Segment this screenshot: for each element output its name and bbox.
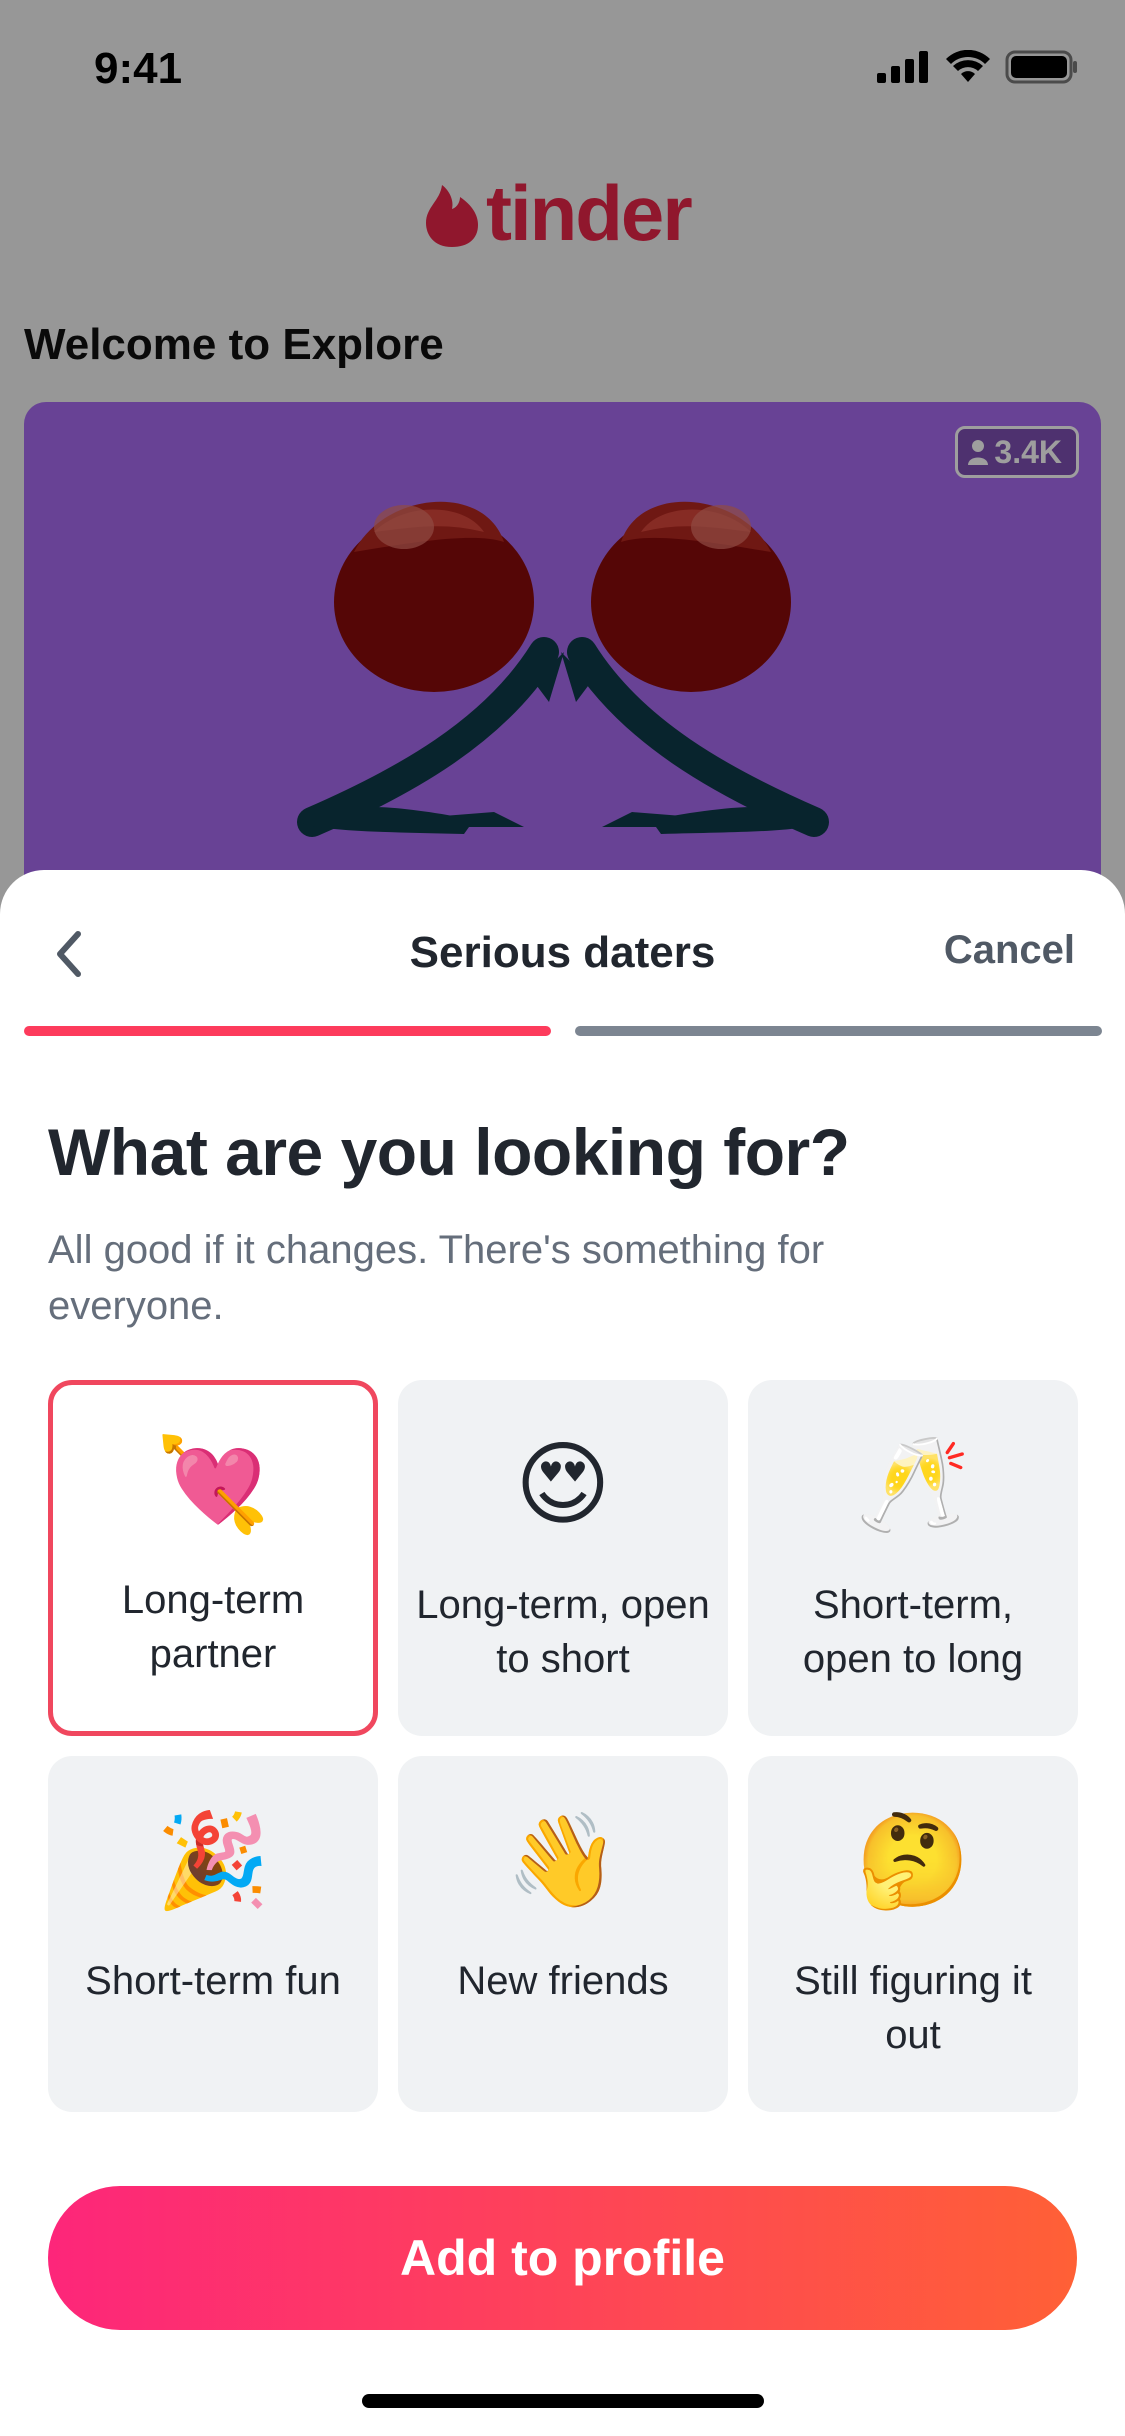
sheet-header: Serious daters Cancel: [0, 870, 1125, 1020]
option-long-term-partner[interactable]: 💘 Long-term partner: [48, 1380, 378, 1736]
progress-step-1: [24, 1026, 551, 1036]
question-subtext: All good if it changes. There's somethin…: [48, 1228, 825, 1328]
option-still-figuring-it-out[interactable]: 🤔 Still figuring it out: [748, 1756, 1078, 2112]
option-short-term-fun[interactable]: 🎉 Short-term fun: [48, 1756, 378, 2112]
options-grid: 💘 Long-term partner 😍 Long-term, open to…: [48, 1380, 1078, 2112]
heart-arrow-icon: 💘: [155, 1434, 271, 1536]
party-popper-icon: 🎉: [155, 1810, 271, 1912]
option-short-term-open-to-long[interactable]: 🥂 Short-term, open to long: [748, 1380, 1078, 1736]
champagne-glasses-icon: 🥂: [855, 1434, 971, 1536]
waving-hand-icon: 👋: [505, 1810, 621, 1912]
thinking-face-icon: 🤔: [855, 1810, 971, 1912]
cancel-button[interactable]: Cancel: [944, 928, 1075, 973]
option-label: New friends: [457, 1959, 669, 2003]
option-label: Long-term, open to short: [416, 1583, 710, 1681]
option-label: Short-term, open to long: [802, 1583, 1024, 1681]
heart-eyes-icon: 😍: [515, 1434, 611, 1536]
option-long-term-open-to-short[interactable]: 😍 Long-term, open to short: [398, 1380, 728, 1736]
option-label: Short-term fun: [85, 1959, 341, 2003]
option-label: Long-term partner: [121, 1578, 305, 1676]
question-headline: What are you looking for?: [48, 1115, 850, 1189]
option-label: Still figuring it out: [794, 1959, 1032, 2057]
add-to-profile-button[interactable]: Add to profile: [48, 2186, 1077, 2330]
progress-step-2: [575, 1026, 1102, 1036]
home-indicator: [362, 2394, 764, 2408]
looking-for-sheet: Serious daters Cancel What are you looki…: [0, 870, 1125, 2436]
option-new-friends[interactable]: 👋 New friends: [398, 1756, 728, 2112]
